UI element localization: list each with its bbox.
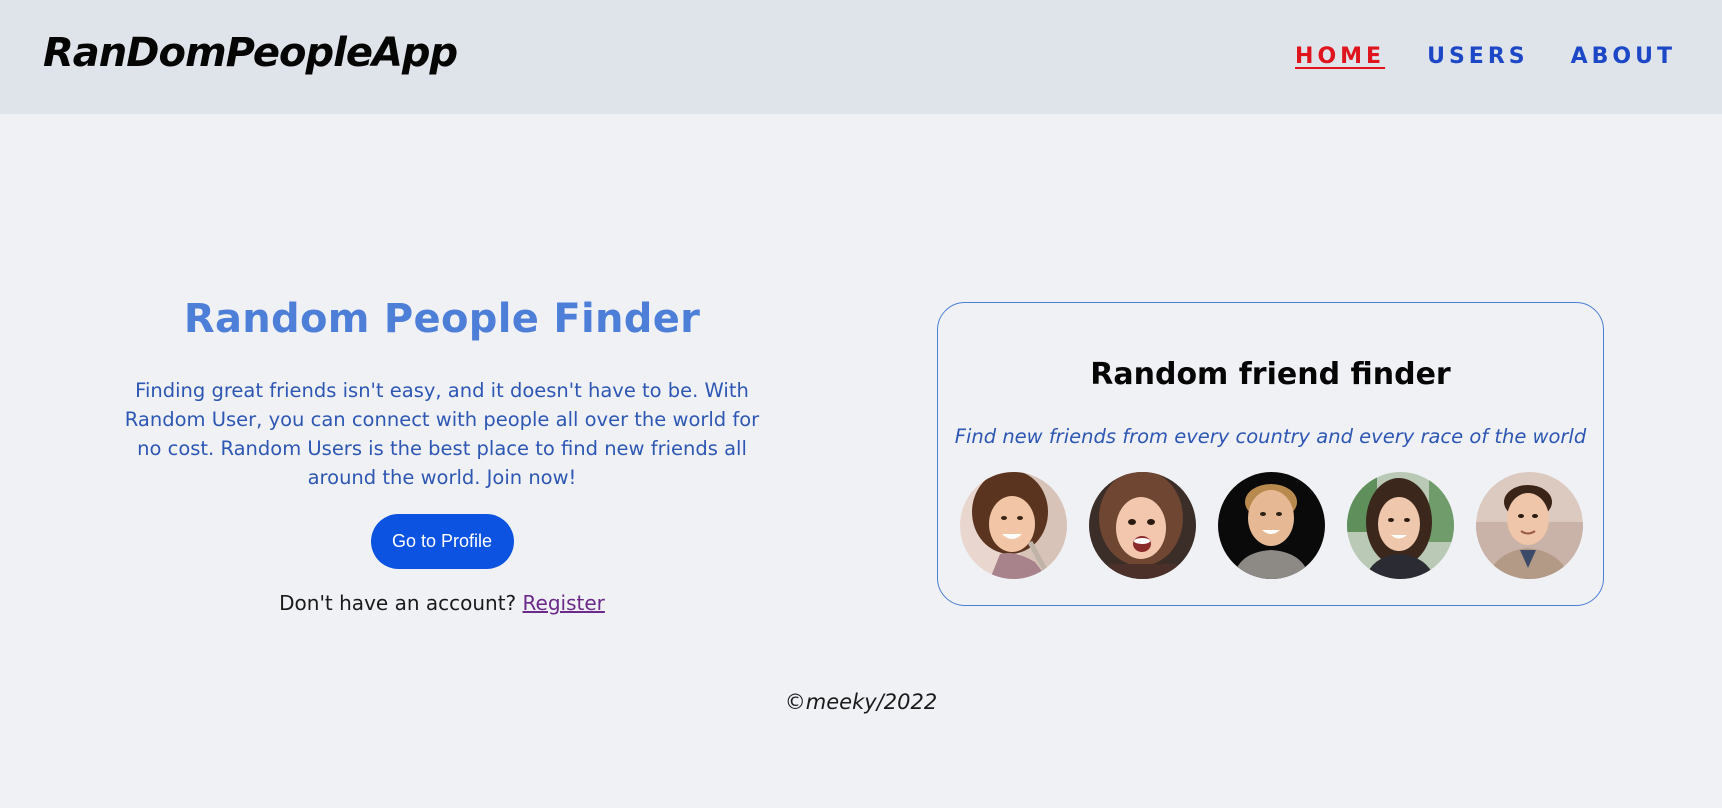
friend-finder-card: Random friend finder Find new friends fr… [937, 302, 1604, 606]
nav-link-users[interactable]: USERS [1427, 44, 1529, 69]
avatar-row [960, 472, 1583, 579]
nav-links: HOME USERS ABOUT [1295, 44, 1676, 69]
avatar-photo-4 [1347, 472, 1454, 579]
avatar-photo-1 [960, 472, 1067, 579]
nav-link-about[interactable]: ABOUT [1571, 44, 1676, 69]
register-prompt-text: Don't have an account? [279, 591, 517, 615]
avatar-photo-5 [1476, 472, 1583, 579]
avatar-photo-2 [1089, 472, 1196, 579]
avatar [1089, 472, 1196, 579]
avatar [1218, 472, 1325, 579]
avatar [1476, 472, 1583, 579]
hero-title: Random People Finder [183, 296, 701, 342]
go-to-profile-button[interactable]: Go to Profile [370, 514, 514, 569]
card-title: Random friend finder [1090, 357, 1451, 392]
register-link[interactable]: Register [523, 591, 605, 615]
top-navbar: RanDomPeopleApp HOME USERS ABOUT [0, 0, 1722, 114]
hero-section: Random People Finder Finding great frien… [112, 296, 772, 615]
footer-copyright: ©meeky/2022 [784, 690, 938, 714]
register-prompt-line: Don't have an account? Register [112, 591, 772, 615]
card-subtitle: Find new friends from every country and … [954, 425, 1587, 448]
brand-logo[interactable]: RanDomPeopleApp [43, 30, 458, 76]
avatar-photo-3 [1218, 472, 1325, 579]
avatar [1347, 472, 1454, 579]
hero-description: Finding great friends isn't easy, and it… [124, 379, 760, 489]
nav-link-home[interactable]: HOME [1295, 44, 1385, 69]
avatar [960, 472, 1067, 579]
